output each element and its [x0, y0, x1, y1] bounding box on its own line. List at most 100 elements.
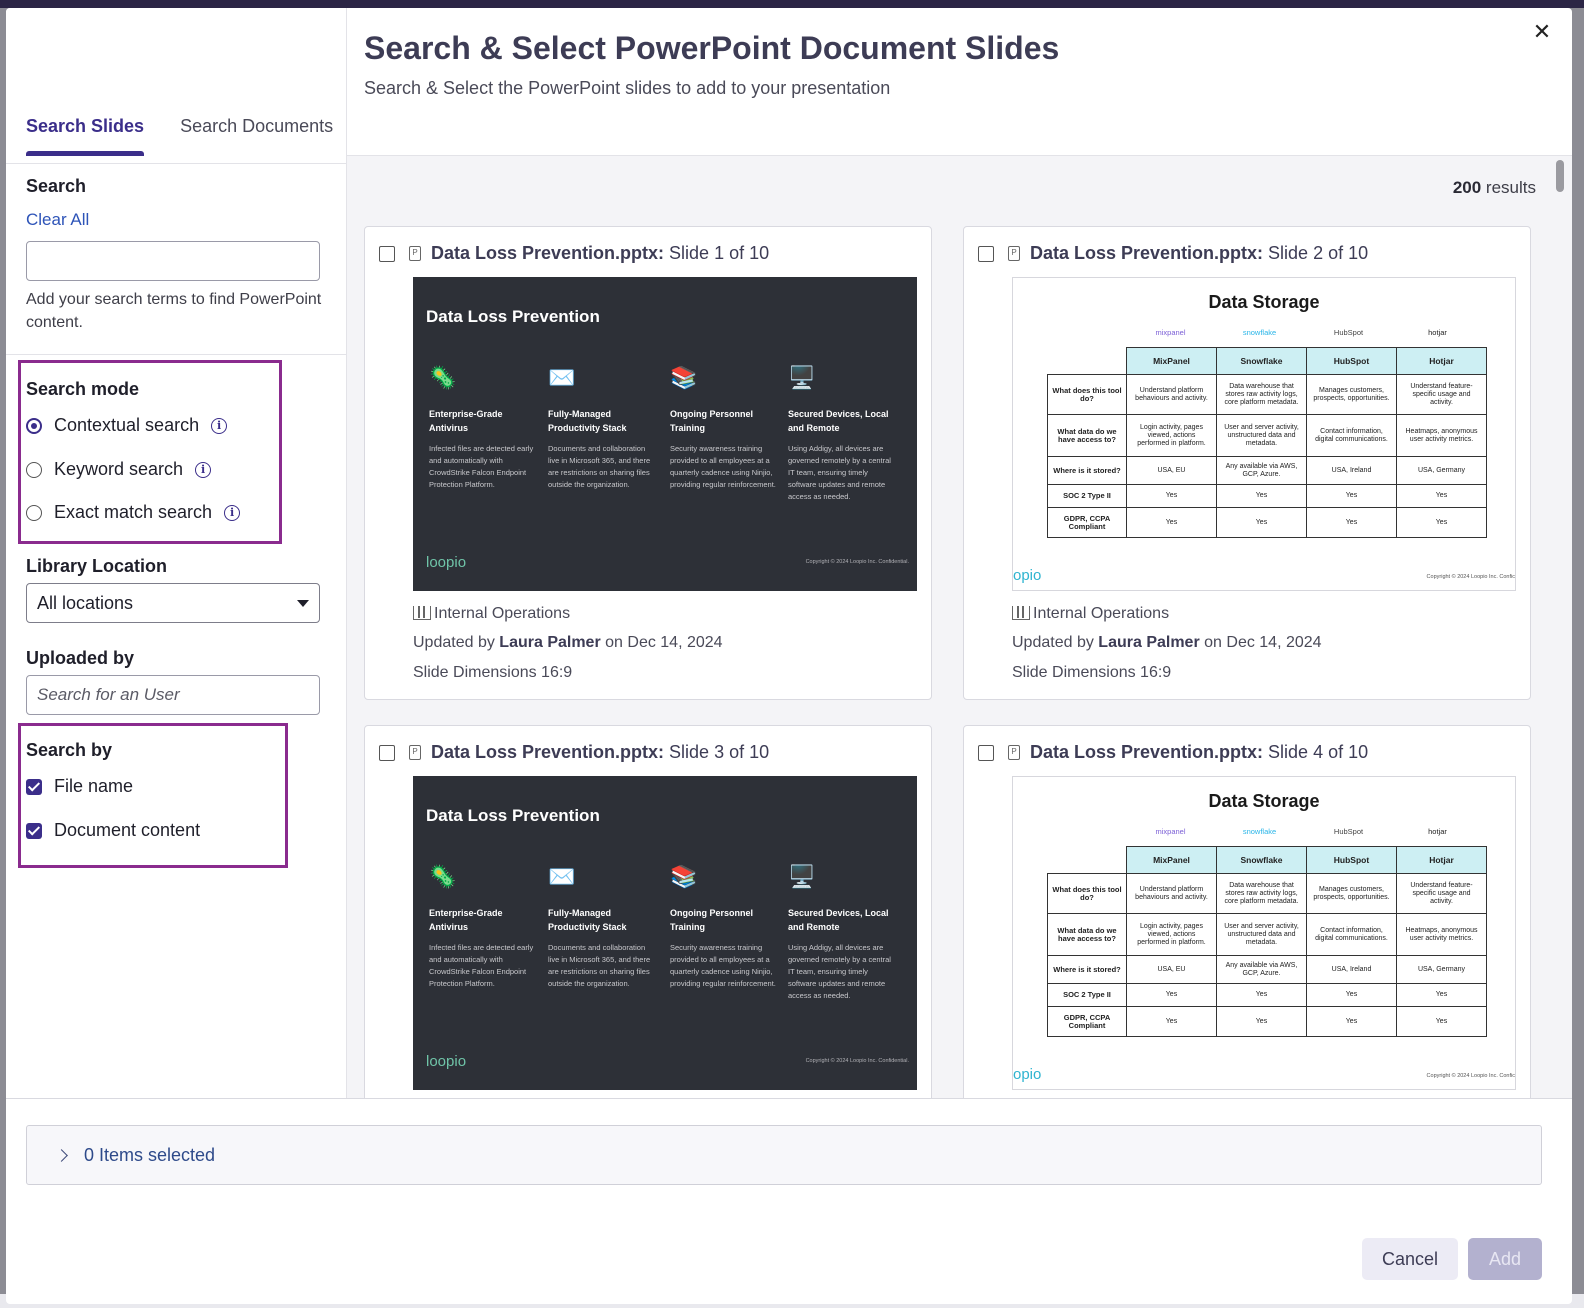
- brand-logo: HubSpot: [1333, 827, 1364, 836]
- table-header-cell: Snowflake: [1216, 347, 1307, 375]
- results-scrollbar[interactable]: [1556, 160, 1564, 192]
- feature-heading: Enterprise-Grade Antivirus: [429, 409, 503, 433]
- feature-heading: Secured Devices, Local and Remote: [788, 409, 889, 433]
- slide-preview-dark: Data Loss Prevention 🦠 Enterprise-Grade An…: [413, 776, 917, 1090]
- brand-logo: mixpanel: [1155, 827, 1186, 836]
- radio-selected-icon[interactable]: [26, 417, 42, 434]
- table-header-cell: HubSpot: [1306, 846, 1397, 874]
- updated-by: Updated by Laura Palmer on Dec 14, 2024: [413, 634, 723, 651]
- slide-card: P Data Loss Prevention.pptx: Slide 3 of …: [364, 725, 932, 1098]
- radio-exact-match-search[interactable]: Exact match search i: [26, 502, 241, 523]
- brand-logo: snowflake: [1242, 827, 1277, 836]
- slide-number: Slide 3 of 10: [669, 742, 770, 762]
- info-icon[interactable]: i: [195, 461, 212, 478]
- brand-logos: mixpanel snowflake HubSpot hotjar: [1126, 827, 1482, 836]
- feature-heading: Fully-Managed Productivity Stack: [548, 908, 627, 932]
- slide-select-checkbox[interactable]: [978, 245, 994, 262]
- slide-preview-light: Data Storage mixpanel snowflake HubSpot hotj…: [1012, 776, 1516, 1090]
- slide-number: Slide 1 of 10: [669, 243, 770, 263]
- slide-title: Data Loss Prevention: [426, 307, 600, 326]
- checkbox-checked-icon[interactable]: [26, 778, 42, 795]
- updated-by: Updated by Laura Palmer on Dec 14, 2024: [1012, 634, 1322, 651]
- tab-search-slides[interactable]: Search Slides: [26, 116, 145, 156]
- radio-contextual-search[interactable]: Contextual search i: [26, 415, 228, 436]
- slide-number: Slide 2 of 10: [1268, 243, 1369, 263]
- search-input[interactable]: [26, 241, 320, 281]
- slide-select-checkbox[interactable]: [978, 744, 994, 761]
- library-location-select[interactable]: All locations: [26, 583, 320, 623]
- radio-keyword-search[interactable]: Keyword search i: [26, 459, 212, 480]
- slide-select-checkbox[interactable]: [379, 744, 395, 761]
- pptx-file-icon: P: [1008, 246, 1020, 261]
- checkbox-checked-icon[interactable]: [26, 822, 42, 839]
- slide-thumbnail[interactable]: Data Storage mixpanel snowflake HubSpot hotj…: [1012, 277, 1516, 591]
- table-cell: Yes: [1306, 507, 1397, 538]
- table-cell: Data warehouse that stores raw activity …: [1216, 873, 1307, 914]
- table-header-cell: Snowflake: [1216, 846, 1307, 874]
- slide-thumbnail[interactable]: Data Loss Prevention 🦠 Enterprise-Grade An…: [413, 776, 917, 1090]
- slide-card-header: P Data Loss Prevention.pptx: Slide 2 of …: [978, 243, 1368, 264]
- info-icon[interactable]: i: [211, 417, 228, 434]
- library-icon: [1012, 606, 1030, 620]
- row-label: What does this tool do?: [1047, 374, 1127, 415]
- search-helper-text: Add your search terms to find PowerPoint…: [26, 291, 322, 331]
- feature-body: Using Addigy, all devices are governed r…: [788, 444, 891, 501]
- feature-heading: Enterprise-Grade Antivirus: [429, 908, 503, 932]
- feature-heading: Ongoing Personnel Training: [670, 409, 754, 433]
- feature-icon: ✉️: [548, 365, 576, 390]
- slide-title: Data Storage: [1208, 791, 1320, 811]
- slide-thumbnail[interactable]: Data Loss Prevention 🦠 Enterprise-Grade An…: [413, 277, 917, 591]
- feature-icon: 📚: [670, 864, 698, 889]
- selected-items-toggle[interactable]: 0 Items selected: [26, 1125, 1542, 1185]
- table-row: GDPR, CCPA Compliant Yes Yes Yes Yes: [1047, 507, 1487, 538]
- table-header-row: MixPanel Snowflake HubSpot Hotjar: [1047, 846, 1487, 874]
- tab-search-documents[interactable]: Search Documents: [180, 116, 333, 155]
- row-label: Where is it stored?: [1047, 955, 1127, 984]
- table-cell: Yes: [1306, 1006, 1397, 1037]
- slide-thumbnail[interactable]: Data Storage mixpanel snowflake HubSpot hotj…: [1012, 776, 1516, 1090]
- slide-card: P Data Loss Prevention.pptx: Slide 4 of …: [963, 725, 1531, 1098]
- feature-icon: ✉️: [548, 864, 576, 889]
- user-search-input[interactable]: [26, 675, 320, 715]
- table-cell: USA, Ireland: [1306, 955, 1397, 984]
- slide-card: P Data Loss Prevention.pptx: Slide 2 of …: [963, 226, 1531, 700]
- file-name: Data Loss Prevention.pptx:: [1030, 742, 1264, 762]
- loopio-logo: opio: [1013, 567, 1042, 584]
- radio-unselected-icon[interactable]: [26, 504, 42, 521]
- feature-icon: 🦠: [429, 365, 457, 390]
- sidebar-divider: [6, 354, 346, 355]
- add-button[interactable]: Add: [1468, 1238, 1542, 1280]
- table-cell: Yes: [1306, 983, 1397, 1007]
- checkbox-document-content[interactable]: Document content: [26, 820, 200, 841]
- row-label: What does this tool do?: [1047, 873, 1127, 914]
- table-cell: Yes: [1396, 983, 1487, 1007]
- table-cell: Any available via AWS, GCP, Azure.: [1216, 456, 1307, 485]
- clear-all-link[interactable]: Clear All: [26, 210, 89, 230]
- table-cell: USA, Germany: [1396, 955, 1487, 984]
- slide-copyright: Copyright © 2024 Loopio Inc. Confidentia…: [805, 1058, 909, 1064]
- table-row: GDPR, CCPA Compliant Yes Yes Yes Yes: [1047, 1006, 1487, 1037]
- radio-unselected-icon[interactable]: [26, 461, 42, 478]
- table-row: SOC 2 Type II Yes Yes Yes Yes: [1047, 484, 1487, 508]
- feature-heading: Ongoing Personnel Training: [670, 908, 754, 932]
- table-cell: Yes: [1216, 484, 1307, 508]
- table-cell: Yes: [1216, 1006, 1307, 1037]
- slide-search-modal: ✕ Search Slides Search Documents Search …: [6, 8, 1572, 1304]
- comparison-table: MixPanel Snowflake HubSpot Hotjar What does …: [1047, 846, 1487, 1037]
- pptx-file-icon: P: [1008, 745, 1020, 760]
- feature-body: Documents and collaboration live in Micr…: [548, 444, 651, 489]
- slide-card-header: P Data Loss Prevention.pptx: Slide 3 of …: [379, 742, 769, 763]
- cancel-button[interactable]: Cancel: [1362, 1238, 1458, 1280]
- slide-select-checkbox[interactable]: [379, 245, 395, 262]
- close-icon[interactable]: ✕: [1530, 20, 1554, 44]
- info-icon[interactable]: i: [224, 504, 241, 521]
- slide-feature: 🦠 Enterprise-Grade Antivirus Infected file…: [429, 365, 537, 491]
- uploaded-by-title: Uploaded by: [26, 648, 135, 668]
- row-label: SOC 2 Type II: [1047, 484, 1127, 508]
- brand-logo: hotjar: [1428, 827, 1447, 836]
- table-cell: Manages customers, prospects, opportunit…: [1306, 873, 1397, 914]
- tabs-divider: [6, 163, 346, 164]
- brand-logos: mixpanel snowflake HubSpot hotjar: [1126, 328, 1482, 337]
- slide-copyright: Copyright © 2024 Loopio Inc. Confic: [1426, 1073, 1515, 1079]
- checkbox-file-name[interactable]: File name: [26, 776, 133, 797]
